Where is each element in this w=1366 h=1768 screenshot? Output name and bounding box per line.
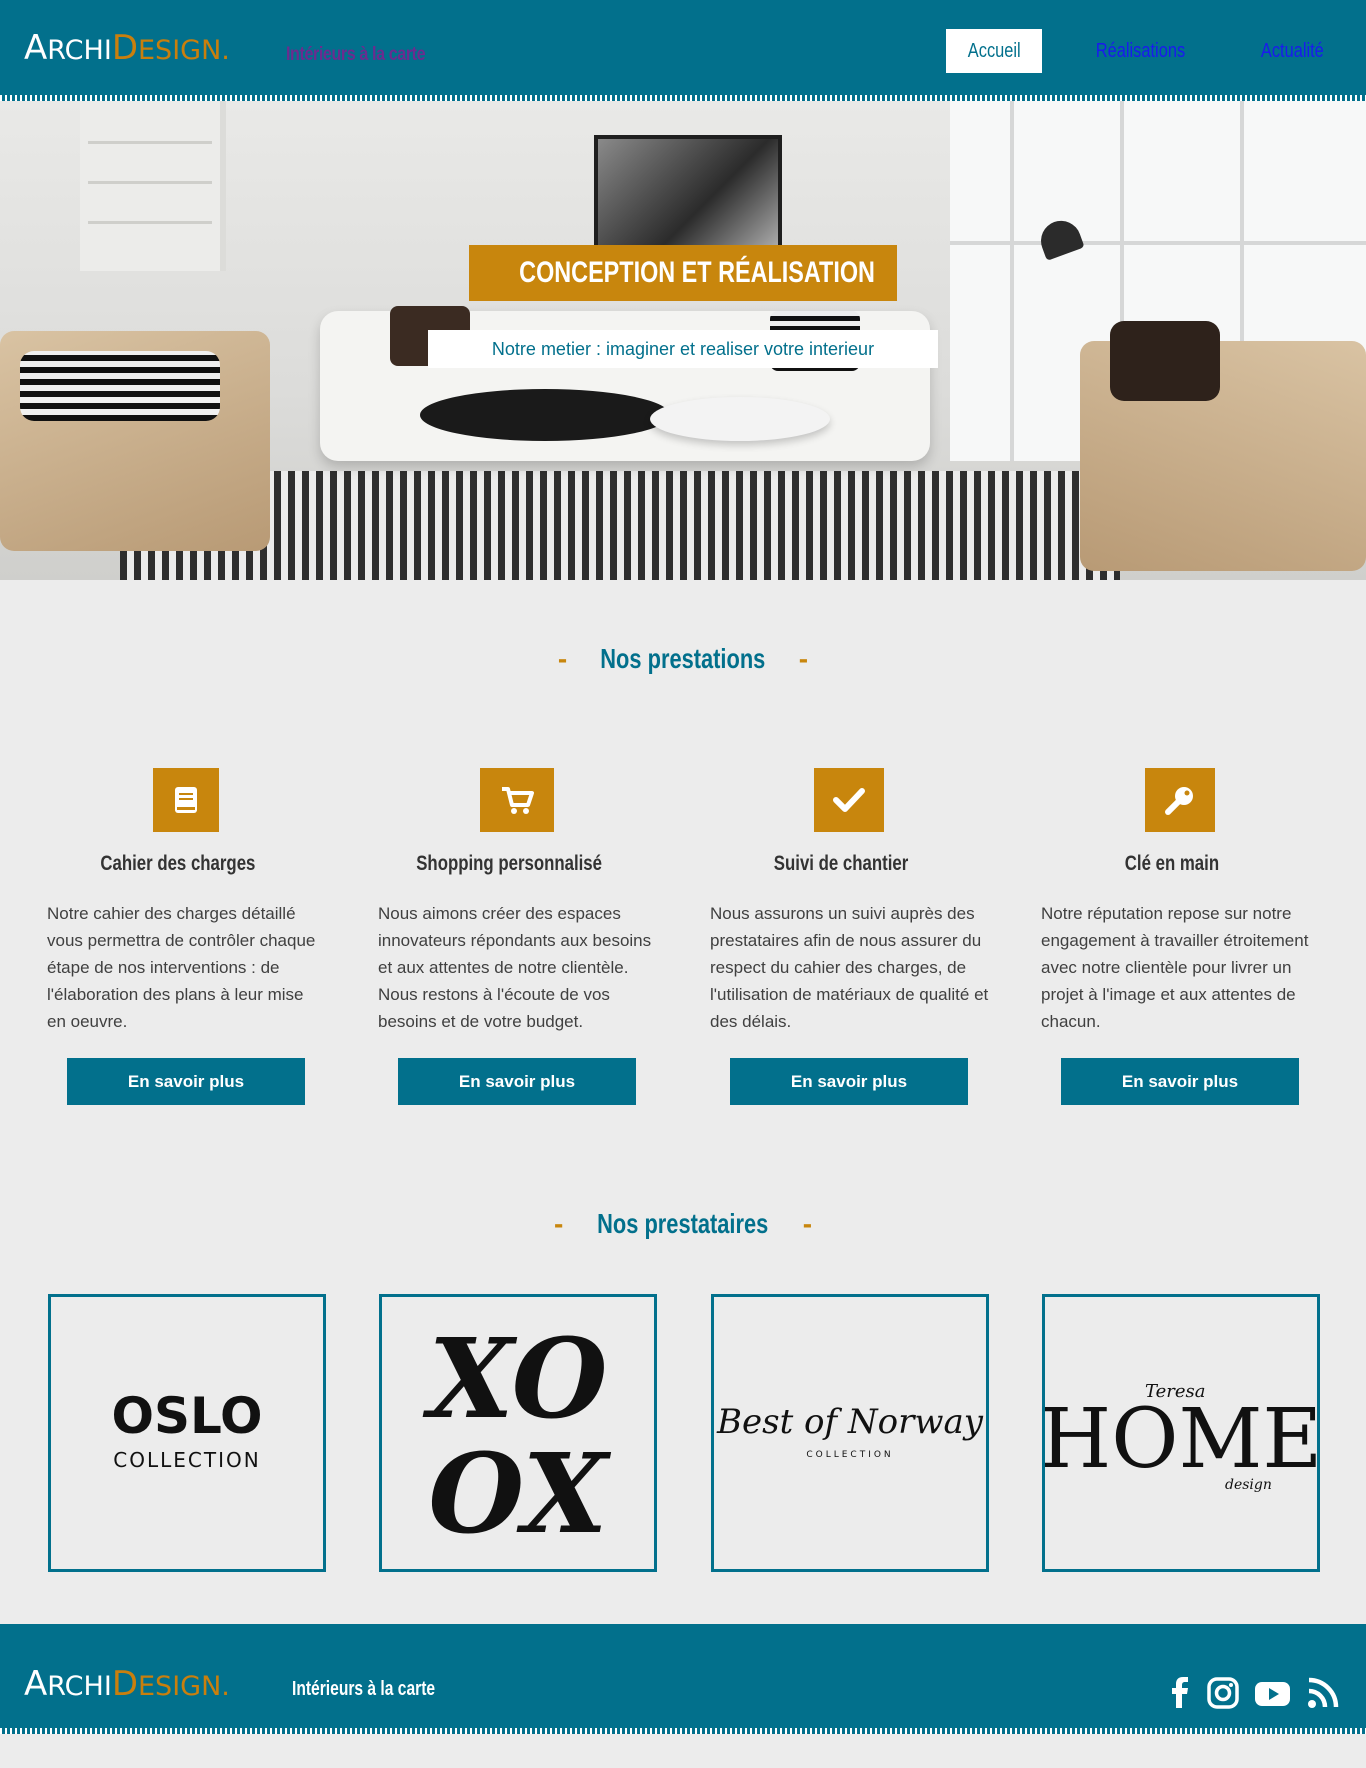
site-footer: ARCHIDESIGN. Intérieurs à la carte [0,1624,1366,1734]
partner-name: Best of Norway [716,1402,984,1442]
instagram-icon[interactable] [1206,1676,1240,1710]
title-text: Nos prestataires [597,1208,769,1239]
service-title-text: Suivi de chantier [773,852,909,875]
learn-more-button[interactable]: En savoir plus [67,1058,305,1105]
partner-logo-oslo[interactable]: OSLO COLLECTION [48,1294,326,1572]
service-card: Shopping personnalisé Nous aimons créer … [364,768,654,1108]
prestataires-section-title: - Nos prestataires - [0,1208,1366,1240]
hero-subtitle: Notre metier : imaginer et realiser votr… [428,330,938,368]
check-icon [814,768,884,832]
logo-letter: D [111,1664,138,1704]
key-icon [1145,768,1215,832]
partner-logo-best-of-norway[interactable]: Best of Norway COLLECTION [711,1294,989,1572]
logo-text: ESIGN. [138,1671,230,1702]
hero-title-text: CONCEPTION ET RÉALISATION [519,256,875,289]
partner-logo-teresa-home[interactable]: Teresa HOME design [1042,1294,1320,1572]
partner-name: OX [428,1429,611,1558]
title-dash: - [557,643,568,674]
hero-shelf-image [80,101,226,271]
partner-name: XO [422,1314,607,1443]
service-title: Clé en main [1027,852,1317,876]
learn-more-button[interactable]: En savoir plus [398,1058,636,1105]
site-logo[interactable]: ARCHIDESIGN. [24,26,230,73]
service-title: Shopping personnalisé [364,852,654,876]
title-dash: - [802,1208,813,1239]
footer-tagline: Intérieurs à la carte [292,1678,436,1700]
service-description: Notre réputation repose sur notre engage… [1041,904,1309,1031]
title-dash: - [553,1208,564,1239]
partner-subtitle: COLLECTION [806,1450,893,1460]
hero-chair-cushion-image [20,351,220,421]
nav-link-label: Actualité [1260,40,1324,62]
nav-link-realisations[interactable]: Réalisations [1080,29,1200,73]
service-title-text: Cahier des charges [100,852,256,875]
partner-logo-xoox[interactable]: XO OX [379,1294,657,1572]
hero-rug-image [120,471,1120,580]
service-description: Nous assurons un suivi auprès des presta… [710,904,989,1031]
hero-table-image [420,389,670,441]
prestations-section-title: - Nos prestations - [0,643,1366,675]
rss-icon[interactable] [1306,1676,1340,1710]
logo-text: RCHI [47,1671,112,1702]
site-header: ARCHIDESIGN. Intérieurs à la carte Accue… [0,0,1366,101]
logo-letter: A [24,1664,48,1704]
service-title-text: Shopping personnalisé [416,852,602,875]
service-card: Clé en main Notre réputation repose sur … [1027,768,1317,1108]
nav-link-actualite[interactable]: Actualité [1240,29,1344,73]
service-description: Nous aimons créer des espaces innovateur… [378,904,652,1031]
logo-text: RCHI [47,35,112,66]
book-icon [153,768,219,832]
hero-chair-cushion-image [1110,321,1220,401]
service-description: Notre cahier des charges détaillé vous p… [47,904,316,1031]
partner-script-bottom: design [1225,1477,1272,1493]
hero-table-image [650,397,830,441]
facebook-icon[interactable] [1163,1676,1197,1710]
footer-border-pattern [0,1728,1366,1734]
service-title: Cahier des charges [33,852,323,876]
logo-letter: A [24,28,48,68]
service-title-text: Clé en main [1124,852,1220,875]
youtube-icon[interactable] [1253,1676,1293,1710]
partner-name: OSLO [111,1387,262,1445]
partner-subtitle: COLLECTION [113,1448,260,1472]
learn-more-button[interactable]: En savoir plus [1061,1058,1299,1105]
header-tagline: Intérieurs à la carte [286,44,426,65]
partner-name: HOME [1045,1392,1317,1487]
service-card: Cahier des charges Notre cahier des char… [33,768,323,1108]
title-dash: - [798,643,809,674]
nav-link-accueil[interactable]: Accueil [946,29,1042,73]
logo-text: ESIGN. [138,35,230,66]
learn-more-button[interactable]: En savoir plus [730,1058,968,1105]
service-title: Suivi de chantier [696,852,986,876]
shopping-cart-icon [480,768,554,832]
hero-frame-image [594,135,782,249]
footer-logo[interactable]: ARCHIDESIGN. [24,1662,230,1709]
nav-link-label: Réalisations [1095,40,1185,62]
hero-banner: CONCEPTION ET RÉALISATION Notre metier :… [0,101,1366,580]
title-text: Nos prestations [600,643,766,674]
nav-link-label: Accueil [967,40,1021,62]
hero-title: CONCEPTION ET RÉALISATION [469,245,897,301]
service-card: Suivi de chantier Nous assurons un suivi… [696,768,988,1108]
logo-letter: D [111,28,138,68]
